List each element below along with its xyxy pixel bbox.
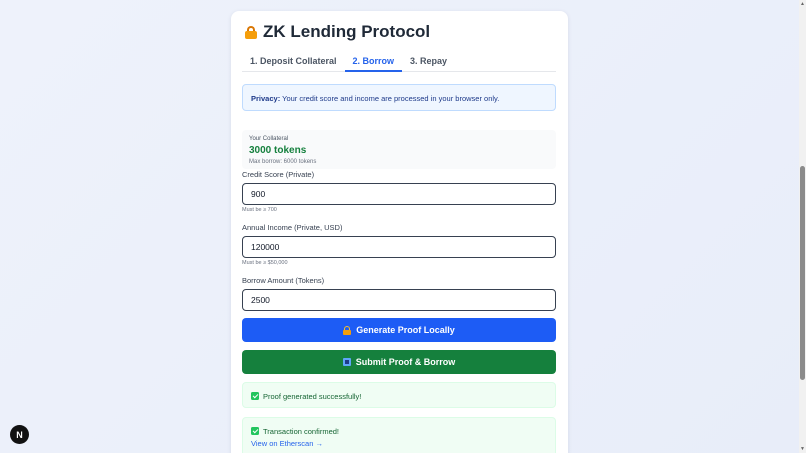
lock-icon — [343, 325, 352, 335]
collateral-value: 3000 tokens — [249, 145, 307, 156]
privacy-label: Privacy: — [251, 94, 281, 103]
transaction-alert: Transaction confirmed! View on Etherscan… — [242, 417, 556, 453]
check-icon — [251, 392, 259, 400]
scrollbar[interactable]: ▲ ▼ — [799, 0, 806, 453]
lending-card: ZK Lending Protocol 1. Deposit Collatera… — [231, 11, 568, 453]
scroll-down-icon[interactable]: ▼ — [800, 446, 805, 452]
credit-score-label: Credit Score (Private) — [242, 170, 315, 179]
proof-success-alert: Proof generated successfully! — [242, 382, 556, 408]
page-title-text: ZK Lending Protocol — [263, 22, 431, 41]
tab-repay[interactable]: 3. Repay — [402, 51, 455, 72]
credit-score-hint: Must be ≥ 700 — [242, 207, 277, 213]
page-title: ZK Lending Protocol — [245, 22, 430, 42]
generate-proof-button[interactable]: Generate Proof Locally — [242, 318, 556, 342]
tab-bar: 1. Deposit Collateral 2. Borrow 3. Repay — [242, 51, 556, 72]
lock-icon — [245, 25, 257, 39]
box-icon — [342, 358, 351, 366]
transaction-text: Transaction confirmed! — [263, 427, 340, 436]
submit-borrow-button[interactable]: Submit Proof & Borrow — [242, 350, 556, 374]
submit-borrow-label: Submit Proof & Borrow — [355, 357, 456, 367]
scroll-up-icon[interactable]: ▲ — [800, 1, 805, 7]
borrow-amount-label: Borrow Amount (Tokens) — [242, 276, 325, 285]
tab-deposit-collateral[interactable]: 1. Deposit Collateral — [242, 51, 345, 72]
annual-income-input[interactable] — [242, 236, 556, 258]
collateral-label: Your Collateral — [249, 136, 289, 142]
dev-tools-button[interactable]: N — [10, 425, 29, 444]
check-icon — [251, 427, 259, 435]
etherscan-link[interactable]: View on Etherscan → — [251, 439, 323, 448]
scrollbar-thumb[interactable] — [800, 166, 805, 380]
max-borrow-text: Max borrow: 6000 tokens — [249, 159, 317, 165]
privacy-notice: Privacy: Your credit score and income ar… — [242, 84, 556, 111]
tab-borrow[interactable]: 2. Borrow — [344, 51, 403, 72]
credit-score-input[interactable] — [242, 183, 556, 205]
annual-income-label: Annual Income (Private, USD) — [242, 223, 343, 232]
generate-proof-label: Generate Proof Locally — [356, 325, 455, 335]
collateral-panel: Your Collateral 3000 tokens Max borrow: … — [242, 130, 556, 169]
annual-income-hint: Must be ≥ $50,000 — [242, 260, 288, 266]
borrow-amount-input[interactable] — [242, 289, 556, 311]
proof-success-text: Proof generated successfully! — [263, 392, 362, 401]
privacy-text: Your credit score and income are process… — [280, 94, 500, 103]
